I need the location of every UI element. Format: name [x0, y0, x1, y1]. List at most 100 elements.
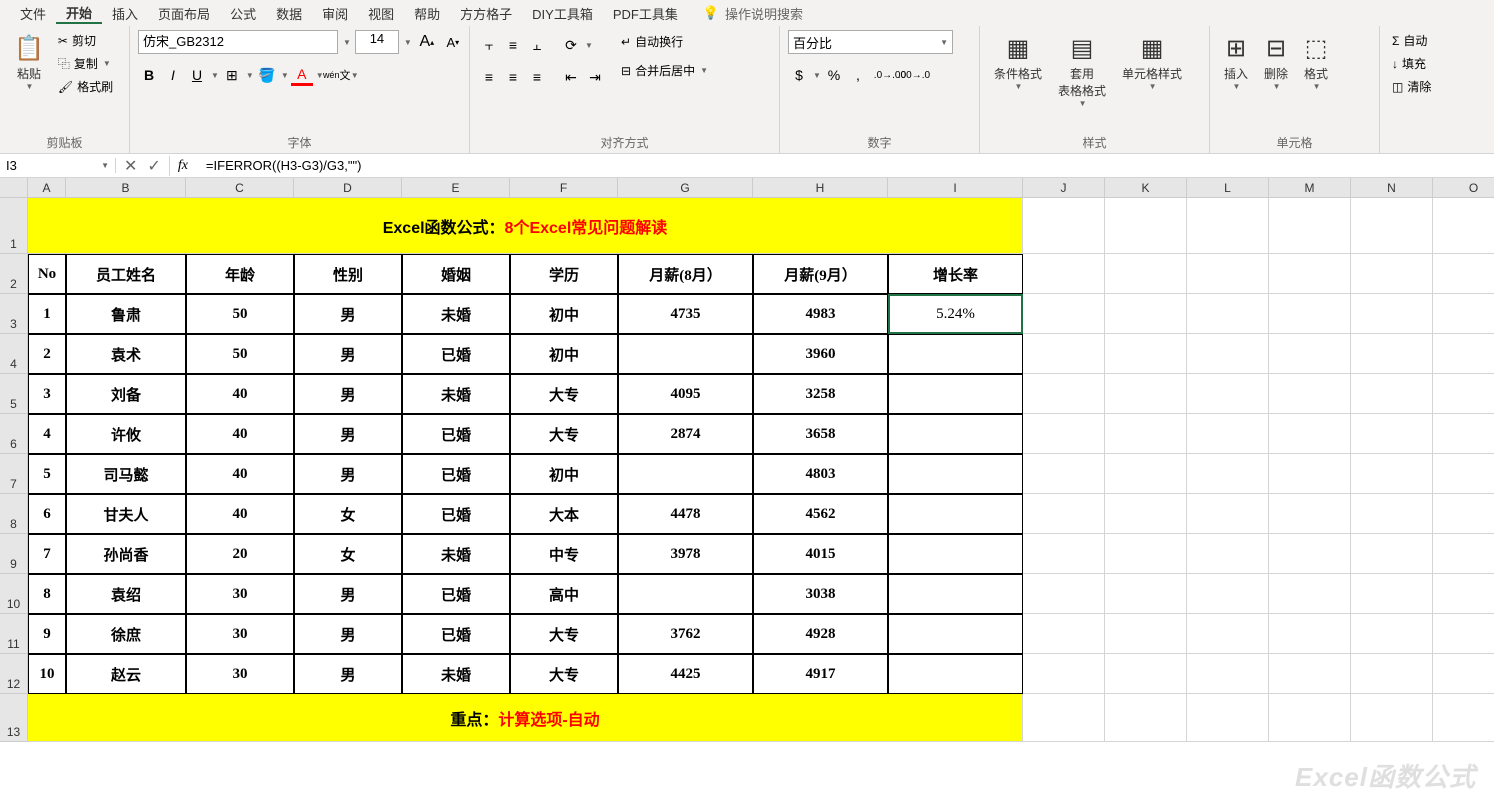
row-header-3[interactable]: 3 — [0, 294, 28, 334]
cell-empty[interactable] — [1105, 614, 1187, 654]
data-cell-r5-c0[interactable]: 6 — [28, 494, 66, 534]
cell-empty[interactable] — [1351, 494, 1433, 534]
cell-empty[interactable] — [1187, 614, 1269, 654]
col-header-G[interactable]: G — [618, 178, 753, 198]
data-cell-r9-c1[interactable]: 赵云 — [66, 654, 186, 694]
cell-empty[interactable] — [1269, 494, 1351, 534]
data-cell-r2-c2[interactable]: 40 — [186, 374, 294, 414]
menu-方方格子[interactable]: 方方格子 — [450, 4, 522, 23]
data-cell-r3-c2[interactable]: 40 — [186, 414, 294, 454]
cell-empty[interactable] — [1433, 574, 1494, 614]
align-left-button[interactable]: ≡ — [478, 66, 500, 88]
cell-empty[interactable] — [1269, 694, 1351, 742]
align-top-button[interactable]: ⫟ — [478, 34, 500, 56]
data-cell-r8-c4[interactable]: 已婚 — [402, 614, 510, 654]
header-5[interactable]: 学历 — [510, 254, 618, 294]
row-header-10[interactable]: 10 — [0, 574, 28, 614]
cell-empty[interactable] — [1105, 654, 1187, 694]
cell-empty[interactable] — [1187, 374, 1269, 414]
cell-empty[interactable] — [1351, 614, 1433, 654]
cell-empty[interactable] — [1269, 198, 1351, 254]
cell-empty[interactable] — [1023, 534, 1105, 574]
header-4[interactable]: 婚姻 — [402, 254, 510, 294]
cell-empty[interactable] — [1433, 374, 1494, 414]
data-cell-r3-c8[interactable] — [888, 414, 1023, 454]
cell-empty[interactable] — [1187, 294, 1269, 334]
menu-文件[interactable]: 文件 — [10, 4, 56, 23]
data-cell-r8-c8[interactable] — [888, 614, 1023, 654]
data-cell-r1-c4[interactable]: 已婚 — [402, 334, 510, 374]
data-cell-r8-c0[interactable]: 9 — [28, 614, 66, 654]
cell-empty[interactable] — [1187, 198, 1269, 254]
cell-empty[interactable] — [1269, 534, 1351, 574]
col-header-K[interactable]: K — [1105, 178, 1187, 198]
cell-empty[interactable] — [1023, 574, 1105, 614]
data-cell-r7-c0[interactable]: 8 — [28, 574, 66, 614]
data-cell-r6-c1[interactable]: 孙尚香 — [66, 534, 186, 574]
cell-empty[interactable] — [1187, 654, 1269, 694]
format-painter-button[interactable]: 🖌格式刷 — [54, 76, 117, 97]
data-cell-r3-c4[interactable]: 已婚 — [402, 414, 510, 454]
footer-cell[interactable]: 重点：计算选项-自动 — [28, 694, 1023, 742]
cell-empty[interactable] — [1105, 494, 1187, 534]
menu-开始[interactable]: 开始 — [56, 3, 102, 24]
align-bottom-button[interactable]: ⫠ — [526, 34, 548, 56]
col-header-E[interactable]: E — [402, 178, 510, 198]
data-cell-r5-c8[interactable] — [888, 494, 1023, 534]
cell-empty[interactable] — [1433, 694, 1494, 742]
data-cell-r6-c8[interactable] — [888, 534, 1023, 574]
data-cell-r7-c3[interactable]: 男 — [294, 574, 402, 614]
data-cell-r6-c7[interactable]: 4015 — [753, 534, 888, 574]
data-cell-r6-c5[interactable]: 中专 — [510, 534, 618, 574]
insert-cells-button[interactable]: ⊞插入▼ — [1218, 30, 1254, 95]
data-cell-r6-c3[interactable]: 女 — [294, 534, 402, 574]
data-cell-r7-c4[interactable]: 已婚 — [402, 574, 510, 614]
data-cell-r2-c6[interactable]: 4095 — [618, 374, 753, 414]
data-cell-r9-c8[interactable] — [888, 654, 1023, 694]
cell-styles-button[interactable]: ▦单元格样式▼ — [1116, 30, 1188, 95]
data-cell-r4-c3[interactable]: 男 — [294, 454, 402, 494]
data-cell-r2-c1[interactable]: 刘备 — [66, 374, 186, 414]
orientation-button[interactable]: ⟳ — [560, 34, 582, 56]
header-1[interactable]: 员工姓名 — [66, 254, 186, 294]
cell-empty[interactable] — [1023, 614, 1105, 654]
cell-empty[interactable] — [1269, 454, 1351, 494]
row-header-2[interactable]: 2 — [0, 254, 28, 294]
cell-empty[interactable] — [1269, 654, 1351, 694]
name-box[interactable]: I3▼ — [0, 158, 116, 173]
data-cell-r9-c0[interactable]: 10 — [28, 654, 66, 694]
increase-indent-button[interactable]: ⇥ — [584, 66, 606, 88]
confirm-formula-icon[interactable]: ✓ — [147, 156, 160, 176]
data-cell-r4-c5[interactable]: 初中 — [510, 454, 618, 494]
data-cell-r7-c1[interactable]: 袁绍 — [66, 574, 186, 614]
data-cell-r6-c6[interactable]: 3978 — [618, 534, 753, 574]
bold-button[interactable]: B — [138, 64, 160, 86]
col-header-A[interactable]: A — [28, 178, 66, 198]
cell-empty[interactable] — [1187, 254, 1269, 294]
data-cell-r5-c4[interactable]: 已婚 — [402, 494, 510, 534]
data-cell-r0-c5[interactable]: 初中 — [510, 294, 618, 334]
header-6[interactable]: 月薪(8月） — [618, 254, 753, 294]
cell-empty[interactable] — [1433, 454, 1494, 494]
row-header-1[interactable]: 1 — [0, 198, 28, 254]
cell-empty[interactable] — [1023, 494, 1105, 534]
row-header-9[interactable]: 9 — [0, 534, 28, 574]
menu-公式[interactable]: 公式 — [220, 4, 266, 23]
data-cell-r8-c1[interactable]: 徐庶 — [66, 614, 186, 654]
cell-empty[interactable] — [1433, 334, 1494, 374]
data-cell-r2-c4[interactable]: 未婚 — [402, 374, 510, 414]
data-cell-r5-c1[interactable]: 甘夫人 — [66, 494, 186, 534]
data-cell-r0-c4[interactable]: 未婚 — [402, 294, 510, 334]
border-button[interactable]: ⊞ — [221, 64, 243, 86]
data-cell-r1-c3[interactable]: 男 — [294, 334, 402, 374]
data-cell-r5-c5[interactable]: 大本 — [510, 494, 618, 534]
data-cell-r8-c3[interactable]: 男 — [294, 614, 402, 654]
row-header-5[interactable]: 5 — [0, 374, 28, 414]
data-cell-r2-c3[interactable]: 男 — [294, 374, 402, 414]
wrap-text-button[interactable]: ↵自动换行 — [614, 30, 715, 53]
data-cell-r1-c5[interactable]: 初中 — [510, 334, 618, 374]
cell-empty[interactable] — [1187, 494, 1269, 534]
formula-input[interactable]: =IFERROR((H3-G3)/G3,"") — [196, 158, 1494, 173]
data-cell-r1-c8[interactable] — [888, 334, 1023, 374]
align-center-button[interactable]: ≡ — [502, 66, 524, 88]
